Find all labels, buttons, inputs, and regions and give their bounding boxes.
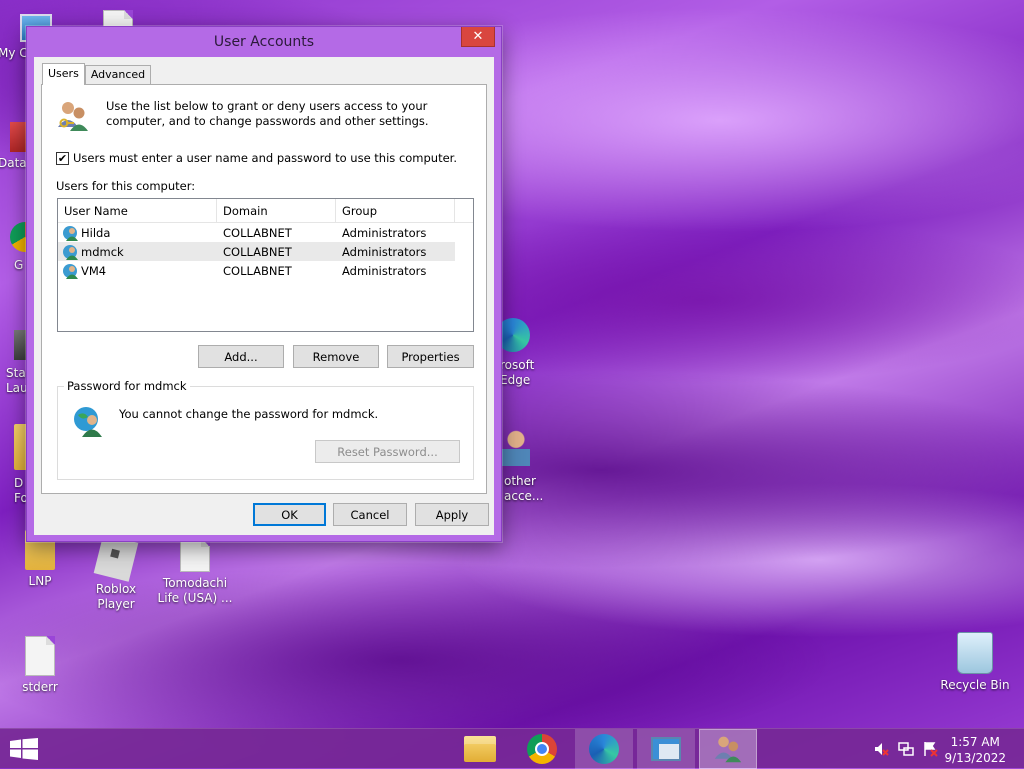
cell-domain: COLLABNET bbox=[223, 244, 292, 259]
cell-user-name: mdmck bbox=[58, 244, 217, 260]
tab-users[interactable]: Users bbox=[42, 63, 85, 85]
table-row[interactable]: Hilda COLLABNET Administrators bbox=[58, 223, 473, 242]
desktop-icon-roblox-player[interactable]: Roblox Player bbox=[78, 534, 154, 612]
user-globe-icon bbox=[74, 407, 102, 437]
desktop-icon-tomodachi-life[interactable]: Tomodachi Life (USA) ... bbox=[157, 538, 233, 606]
properties-button[interactable]: Properties bbox=[387, 345, 474, 368]
users-list[interactable]: User Name Domain Group Hilda COLLABNET A… bbox=[57, 198, 474, 332]
cell-user-name: Hilda bbox=[58, 225, 217, 241]
user-name-text: Hilda bbox=[81, 225, 111, 240]
users-tab-panel: Use the list below to grant or deny user… bbox=[41, 84, 487, 494]
desktop-icon-microsoft-edge[interactable]: rosoft Edge bbox=[494, 318, 570, 388]
require-login-checkbox[interactable]: ✔ bbox=[56, 151, 69, 165]
password-group-title: Password for mdmck bbox=[64, 379, 190, 393]
clock-time: 1:57 AM bbox=[950, 735, 1000, 749]
system-clock[interactable]: 1:57 AM 9/13/2022 bbox=[944, 734, 1006, 766]
reset-password-button[interactable]: Reset Password... bbox=[315, 440, 460, 463]
table-row[interactable]: mdmck COLLABNET Administrators bbox=[58, 242, 455, 261]
taskbar-control-panel[interactable] bbox=[637, 729, 695, 769]
cell-domain: COLLABNET bbox=[223, 263, 292, 278]
title-bar[interactable]: User Accounts ✕ bbox=[27, 27, 501, 57]
cell-group: Administrators bbox=[342, 263, 427, 278]
taskbar-chrome[interactable] bbox=[513, 729, 571, 769]
text-file-icon bbox=[25, 636, 55, 676]
user-name-text: VM4 bbox=[81, 263, 107, 278]
cell-user-name: VM4 bbox=[58, 263, 217, 279]
user-icon bbox=[502, 428, 530, 466]
cell-group: Administrators bbox=[342, 244, 427, 259]
user-accounts-window: User Accounts ✕ Users Advanced Use the l… bbox=[26, 26, 502, 542]
volume-muted-icon[interactable] bbox=[873, 741, 889, 757]
close-button[interactable]: ✕ bbox=[461, 27, 495, 47]
add-user-button[interactable]: Add... bbox=[198, 345, 284, 368]
password-groupbox: Password for mdmck You cannot change the… bbox=[57, 379, 474, 480]
desktop-icon-label: rosoft Edge bbox=[500, 358, 535, 387]
tab-advanced[interactable]: Advanced bbox=[84, 65, 152, 85]
users-list-header: User Name Domain Group bbox=[58, 199, 473, 223]
users-keys-icon bbox=[714, 736, 742, 763]
tab-strip: Users Advanced bbox=[42, 63, 152, 85]
desktop-icon-label: Tomodachi Life (USA) ... bbox=[157, 576, 233, 605]
user-icon bbox=[63, 263, 78, 279]
control-panel-icon bbox=[651, 737, 681, 761]
user-name-text: mdmck bbox=[81, 244, 124, 259]
users-list-label: Users for this computer: bbox=[56, 179, 196, 193]
desktop-icon-stderr[interactable]: stderr bbox=[2, 636, 78, 695]
window-title: User Accounts bbox=[213, 34, 315, 50]
folder-icon bbox=[464, 736, 496, 762]
desktop-icon-label: other acce... bbox=[504, 474, 544, 503]
cancel-button[interactable]: Cancel bbox=[333, 503, 407, 526]
checkmark-icon: ✔ bbox=[57, 151, 68, 165]
cell-domain: COLLABNET bbox=[223, 225, 292, 240]
clock-date: 9/13/2022 bbox=[944, 751, 1006, 765]
password-info-text: You cannot change the password for mdmck… bbox=[119, 407, 379, 421]
chrome-icon bbox=[527, 734, 557, 764]
cell-group: Administrators bbox=[342, 225, 427, 240]
desktop-icon-label: Roblox Player bbox=[95, 582, 137, 611]
require-login-label: Users must enter a user name and passwor… bbox=[73, 151, 458, 165]
dialog-client-area: Users Advanced Use the list below to gra… bbox=[34, 57, 494, 535]
column-header-user-name[interactable]: User Name bbox=[58, 199, 217, 222]
desktop-icon-label: LNP bbox=[28, 574, 52, 588]
network-icon[interactable] bbox=[898, 741, 914, 757]
windows-start-icon[interactable] bbox=[10, 738, 38, 760]
taskbar: 1:57 AM 9/13/2022 bbox=[0, 728, 1024, 769]
desktop-icon-recycle-bin[interactable]: Recycle Bin bbox=[936, 632, 1014, 693]
desktop-icon-label: Recycle Bin bbox=[940, 678, 1010, 692]
apply-button[interactable]: Apply bbox=[415, 503, 489, 526]
require-login-checkbox-row[interactable]: ✔ Users must enter a user name and passw… bbox=[56, 151, 457, 165]
close-icon: ✕ bbox=[472, 29, 484, 44]
table-row[interactable]: VM4 COLLABNET Administrators bbox=[58, 261, 473, 280]
remove-user-button[interactable]: Remove bbox=[293, 345, 379, 368]
taskbar-file-explorer[interactable] bbox=[451, 729, 509, 769]
file-icon bbox=[180, 538, 210, 572]
intro-description: Use the list below to grant or deny user… bbox=[106, 99, 429, 128]
user-icon bbox=[63, 244, 78, 260]
desktop-icon-label: stderr bbox=[22, 680, 58, 694]
edge-icon bbox=[589, 734, 619, 764]
column-header-group[interactable]: Group bbox=[336, 199, 455, 222]
action-center-flag-icon[interactable] bbox=[922, 741, 938, 757]
users-keys-icon bbox=[58, 102, 88, 131]
taskbar-user-accounts[interactable] bbox=[699, 729, 757, 769]
column-header-domain[interactable]: Domain bbox=[217, 199, 336, 222]
recycle-bin-icon bbox=[957, 632, 993, 674]
user-icon bbox=[63, 225, 78, 241]
taskbar-edge[interactable] bbox=[575, 729, 633, 769]
desktop-icon-other-accounts[interactable]: other acce... bbox=[494, 428, 570, 504]
ok-button[interactable]: OK bbox=[253, 503, 326, 526]
